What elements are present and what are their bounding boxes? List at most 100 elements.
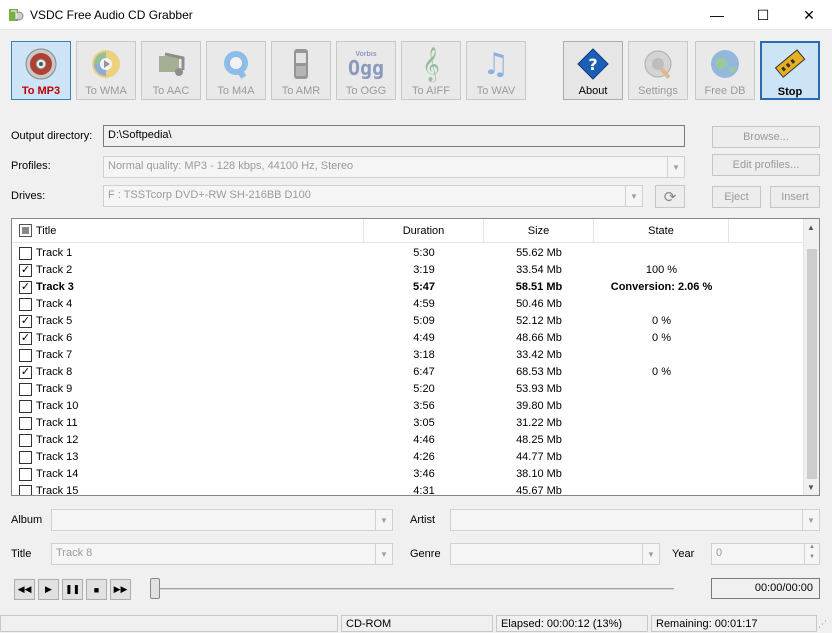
track-duration: 3:46 — [413, 468, 435, 480]
track-row[interactable]: Track 10 3:56 39.80 Mb — [12, 398, 803, 415]
track-row[interactable]: ✓ Track 6 4:49 48.66 Mb 0 % — [12, 330, 803, 347]
artist-select[interactable]: ▼ — [450, 509, 820, 531]
track-row[interactable]: Track 13 4:26 44.77 Mb — [12, 449, 803, 466]
maximize-button[interactable]: ☐ — [740, 0, 786, 30]
fast-forward-button[interactable]: ▶▶ — [110, 579, 131, 600]
vertical-scrollbar[interactable]: ▲ ▼ — [803, 219, 819, 495]
stop-button[interactable]: Stop — [760, 41, 820, 100]
year-down-arrow-icon[interactable]: ▼ — [804, 554, 819, 564]
track-duration: 5:47 — [412, 281, 436, 293]
track-checkbox[interactable] — [19, 349, 32, 362]
column-header-duration[interactable]: Duration — [364, 219, 484, 243]
track-checkbox[interactable] — [19, 400, 32, 413]
refresh-button[interactable]: ⟳ — [655, 185, 685, 208]
track-title: Track 4 — [36, 298, 73, 310]
track-size: 50.46 Mb — [516, 298, 562, 310]
track-checkbox[interactable] — [19, 247, 32, 260]
to-ogg-label: To OGG — [345, 85, 387, 97]
track-row[interactable]: Track 7 3:18 33.42 Mb — [12, 347, 803, 364]
track-checkbox[interactable]: ✓ — [19, 366, 32, 379]
track-checkbox[interactable] — [19, 383, 32, 396]
track-row[interactable]: ✓ Track 5 5:09 52.12 Mb 0 % — [12, 313, 803, 330]
track-row[interactable]: Track 12 4:46 48.25 Mb — [12, 432, 803, 449]
year-stepper[interactable]: 0 ▲ ▼ — [711, 543, 820, 565]
track-checkbox[interactable] — [19, 468, 32, 481]
to-amr-button[interactable]: To AMR — [271, 41, 331, 100]
about-button[interactable]: ? About — [563, 41, 623, 100]
seek-track[interactable] — [150, 588, 674, 590]
to-aiff-button[interactable]: 𝄞 To AIFF — [401, 41, 461, 100]
column-header-state[interactable]: State — [594, 219, 729, 243]
track-list[interactable]: Title Duration Size State Track 1 5:30 55.… — [11, 218, 820, 496]
track-checkbox[interactable] — [19, 417, 32, 430]
insert-button[interactable]: Insert — [770, 186, 820, 208]
output-directory-field[interactable]: D:\Softpedia\ — [103, 125, 685, 147]
resize-grip-icon[interactable]: ⋰ — [818, 619, 827, 630]
to-mp3-button[interactable]: To MP3 — [11, 41, 71, 100]
track-checkbox[interactable]: ✓ — [19, 264, 32, 277]
track-state: 0 % — [652, 315, 671, 327]
year-up-arrow-icon[interactable]: ▲ — [804, 544, 819, 554]
to-aac-button[interactable]: To AAC — [141, 41, 201, 100]
track-row[interactable]: ✓ Track 8 6:47 68.53 Mb 0 % — [12, 364, 803, 381]
title-label: Title — [11, 548, 32, 560]
scroll-thumb[interactable] — [807, 249, 817, 479]
to-wav-button[interactable]: ♫ To WAV — [466, 41, 526, 100]
rewind-button[interactable]: ◀◀ — [14, 579, 35, 600]
free-db-label: Free DB — [704, 85, 746, 97]
column-header-size[interactable]: Size — [484, 219, 594, 243]
column-header-title[interactable]: Title — [12, 219, 364, 243]
track-checkbox[interactable] — [19, 434, 32, 447]
scroll-down-arrow-icon[interactable]: ▼ — [807, 483, 815, 492]
seek-slider-thumb[interactable] — [150, 578, 160, 599]
chevron-down-icon: ▼ — [667, 157, 684, 177]
track-row[interactable]: ✓ Track 3 5:47 58.51 Mb Conversion: 2.06 % — [12, 279, 803, 296]
track-checkbox[interactable]: ✓ — [19, 332, 32, 345]
play-button[interactable]: ▶ — [38, 579, 59, 600]
title-bar: VSDC Free Audio CD Grabber — ☐ ✕ — [0, 0, 832, 30]
settings-button[interactable]: Settings — [628, 41, 688, 100]
track-row[interactable]: Track 14 3:46 38.10 Mb — [12, 466, 803, 483]
minimize-button[interactable]: — — [694, 0, 740, 30]
phone-icon — [282, 46, 320, 82]
track-row[interactable]: Track 1 5:30 55.62 Mb — [12, 245, 803, 262]
track-title: Track 10 — [36, 400, 79, 412]
free-db-button[interactable]: Free DB — [695, 41, 755, 100]
track-size: 38.10 Mb — [516, 468, 562, 480]
close-button[interactable]: ✕ — [786, 0, 832, 30]
to-wma-button[interactable]: To WMA — [76, 41, 136, 100]
track-state: Conversion: 2.06 % — [610, 281, 713, 293]
album-select[interactable]: ▼ — [51, 509, 393, 531]
window-title: VSDC Free Audio CD Grabber — [30, 8, 193, 22]
drives-select[interactable]: F : TSSTcorp DVD+-RW SH-216BB D100 ▼ — [103, 185, 643, 207]
track-row[interactable]: ✓ Track 2 3:19 33.54 Mb 100 % — [12, 262, 803, 279]
track-checkbox[interactable]: ✓ — [19, 281, 32, 294]
track-checkbox[interactable] — [19, 485, 32, 495]
refresh-icon: ⟳ — [663, 188, 677, 206]
track-checkbox[interactable]: ✓ — [19, 315, 32, 328]
track-row[interactable]: Track 15 4:31 45.67 Mb — [12, 483, 803, 495]
edit-profiles-button[interactable]: Edit profiles... — [712, 154, 820, 176]
genre-select[interactable]: ▼ — [450, 543, 660, 565]
to-ogg-button[interactable]: Vorbis Ogg To OGG — [336, 41, 396, 100]
eject-button[interactable]: Eject — [712, 186, 761, 208]
track-row[interactable]: Track 9 5:20 53.93 Mb — [12, 381, 803, 398]
title-select[interactable]: Track 8 ▼ — [51, 543, 393, 565]
track-row[interactable]: Track 11 3:05 31.22 Mb — [12, 415, 803, 432]
track-duration: 5:20 — [413, 383, 435, 395]
pause-button[interactable]: ❚❚ — [62, 579, 83, 600]
film-icon — [771, 47, 809, 83]
to-m4a-label: To M4A — [217, 85, 255, 97]
chevron-down-icon: ▼ — [375, 510, 392, 530]
track-checkbox[interactable] — [19, 298, 32, 311]
profiles-select[interactable]: Normal quality: MP3 - 128 kbps, 44100 Hz… — [103, 156, 685, 178]
scroll-up-arrow-icon[interactable]: ▲ — [807, 223, 815, 232]
to-m4a-button[interactable]: To M4A — [206, 41, 266, 100]
track-row[interactable]: Track 4 4:59 50.46 Mb — [12, 296, 803, 313]
track-size: 55.62 Mb — [516, 247, 562, 259]
track-checkbox[interactable] — [19, 451, 32, 464]
browse-button[interactable]: Browse... — [712, 126, 820, 148]
stop-playback-button[interactable]: ■ — [86, 579, 107, 600]
track-size: 58.51 Mb — [515, 281, 563, 293]
svg-text:?: ? — [588, 55, 597, 74]
